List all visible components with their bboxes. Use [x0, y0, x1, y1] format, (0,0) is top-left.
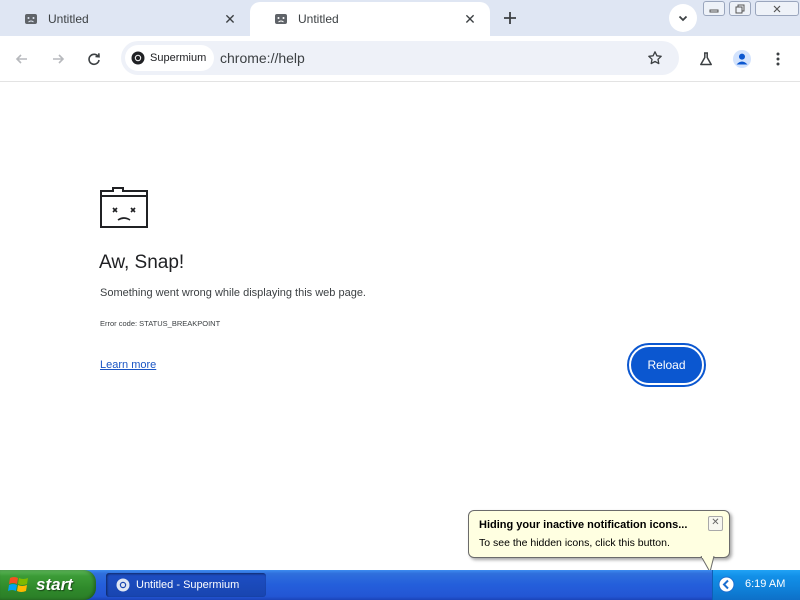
- url-text[interactable]: chrome://help: [220, 50, 305, 66]
- windows-logo-icon: [8, 577, 28, 592]
- start-label: start: [36, 575, 73, 594]
- reload-page-button[interactable]: Reload: [627, 343, 706, 387]
- restore-button[interactable]: [729, 1, 751, 16]
- notification-balloon: Hiding your inactive notification icons.…: [468, 510, 730, 558]
- error-code: Error code: STATUS_BREAKPOINT: [100, 319, 221, 328]
- show-hidden-icons-icon[interactable]: [718, 576, 735, 593]
- tab-title: Untitled: [298, 12, 339, 26]
- chevron-down-icon: [678, 15, 688, 22]
- close-window-button[interactable]: [755, 1, 799, 16]
- browser-toolbar: Supermium chrome://help: [0, 36, 800, 82]
- address-bar[interactable]: Supermium chrome://help: [121, 41, 679, 75]
- site-info-chip[interactable]: Supermium: [125, 45, 215, 71]
- flask-icon: [700, 52, 712, 66]
- new-tab-button[interactable]: [498, 6, 522, 30]
- system-tray: 6:19 AM: [712, 570, 800, 600]
- arrow-right-icon: [53, 54, 65, 64]
- balloon-text: To see the hidden icons, click this butt…: [479, 537, 670, 549]
- clock: 6:19 AM: [745, 578, 786, 590]
- window-controls: [703, 1, 799, 18]
- tab-strip: Untitled ✕ Untitled ✕: [0, 0, 800, 36]
- sad-face-icon: [275, 14, 287, 24]
- tab-close-icon[interactable]: ✕: [462, 11, 478, 27]
- tab-search-button[interactable]: [669, 4, 697, 32]
- supermium-logo-icon: [116, 578, 130, 592]
- labs-button[interactable]: [694, 47, 718, 71]
- error-message: Something went wrong while displaying th…: [100, 287, 366, 299]
- star-icon: [648, 51, 662, 65]
- restore-icon: [735, 4, 745, 13]
- profile-button[interactable]: [730, 47, 754, 71]
- site-chip-label: Supermium: [150, 52, 207, 64]
- reload-icon: [88, 53, 100, 66]
- minimize-button[interactable]: [703, 1, 725, 16]
- arrow-left-icon: [15, 54, 27, 64]
- taskbar-window-label: Untitled - Supermium: [136, 579, 240, 591]
- forward-button[interactable]: [46, 47, 70, 71]
- close-icon: [773, 5, 781, 12]
- balloon-title: Hiding your inactive notification icons.…: [479, 519, 688, 531]
- start-button[interactable]: start: [0, 570, 96, 600]
- learn-more-link[interactable]: Learn more: [100, 359, 156, 371]
- tab-close-icon[interactable]: ✕: [222, 11, 238, 27]
- taskbar-window-item[interactable]: Untitled - Supermium: [106, 573, 266, 597]
- sad-face-icon: [25, 14, 37, 24]
- back-button[interactable]: [10, 47, 34, 71]
- menu-button[interactable]: [766, 47, 790, 71]
- page-title: Aw, Snap!: [99, 252, 185, 273]
- tab-title: Untitled: [48, 12, 89, 26]
- tab-untitled-1[interactable]: Untitled ✕: [0, 2, 250, 36]
- three-dots-icon: [776, 52, 780, 66]
- balloon-close-icon[interactable]: ✕: [708, 516, 723, 531]
- bookmark-button[interactable]: [645, 48, 665, 68]
- person-icon: [733, 50, 751, 68]
- reload-button[interactable]: [82, 47, 106, 71]
- minimize-icon: [709, 9, 719, 12]
- tab-untitled-2[interactable]: Untitled ✕: [250, 2, 490, 36]
- plus-icon: [504, 12, 516, 24]
- supermium-logo-icon: [131, 51, 145, 65]
- sad-tab-icon: [100, 187, 148, 228]
- taskbar: start Untitled - Supermium 6:19 AM: [0, 570, 800, 600]
